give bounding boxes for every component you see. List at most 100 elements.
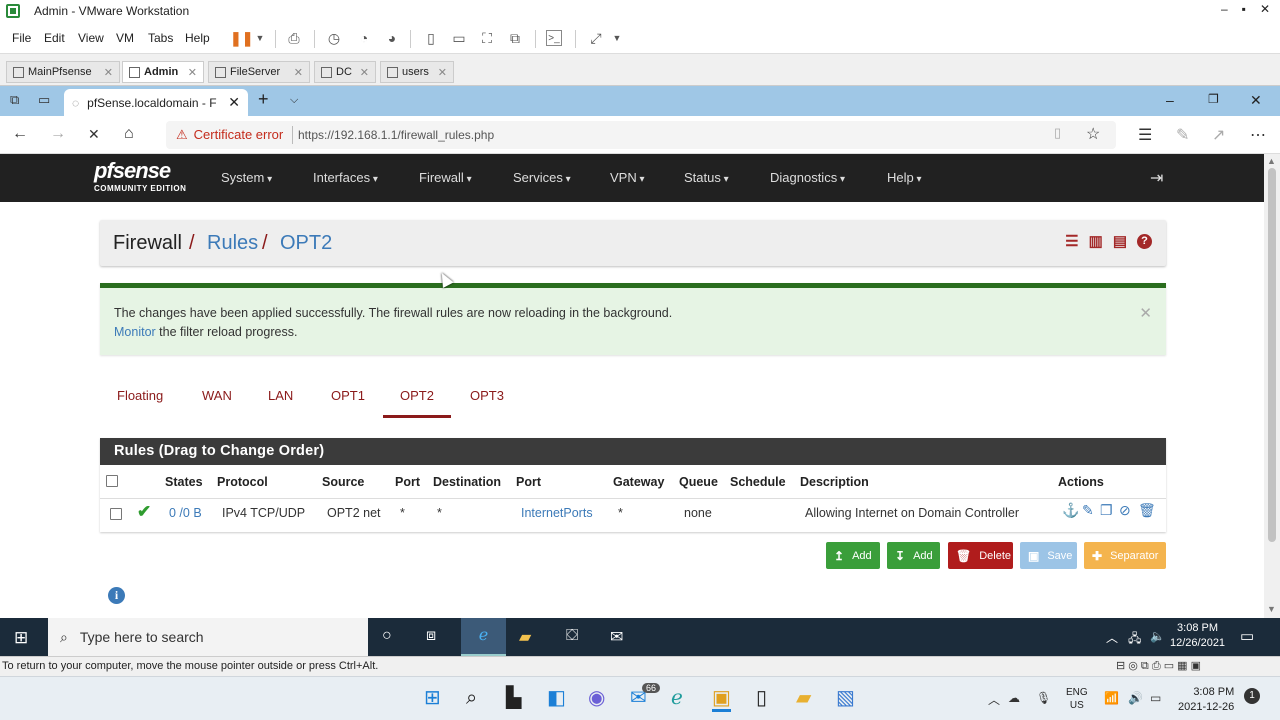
delete-trash-icon[interactable]: 🗑: [1138, 502, 1156, 519]
show-library-icon[interactable]: ▯: [423, 30, 439, 46]
address-bar[interactable]: ⚠ Certificate error https://192.168.1.1/f…: [166, 121, 1116, 149]
close-button[interactable]: ✕: [1260, 2, 1270, 16]
rule-dest-port-alias[interactable]: InternetPorts: [521, 506, 593, 520]
rule-states[interactable]: 0 /0 B: [169, 506, 202, 520]
volume-icon[interactable]: 🔈: [1150, 629, 1165, 643]
browser-restore-button[interactable]: ❐: [1208, 92, 1219, 106]
more-options-icon[interactable]: ⋯: [1250, 125, 1266, 145]
widgets-icon[interactable]: ◧: [547, 687, 566, 709]
unity-icon[interactable]: ⧉: [507, 30, 523, 46]
nav-system[interactable]: System: [221, 170, 272, 185]
forward-arrow-icon[interactable]: →: [50, 125, 66, 143]
close-tab-icon[interactable]: ✕: [438, 66, 447, 79]
menu-help[interactable]: Help: [185, 31, 210, 45]
host-clock[interactable]: 3:08 PM 2021-12-26: [1178, 685, 1234, 715]
save-button[interactable]: ▣ Save: [1020, 542, 1077, 569]
favorites-list-icon[interactable]: ☰: [1138, 125, 1152, 145]
separator-button[interactable]: ✚ Separator: [1084, 542, 1166, 569]
close-tab-icon[interactable]: ✕: [188, 66, 197, 79]
minimize-button[interactable]: –: [1221, 2, 1228, 16]
disable-icon[interactable]: ⊘: [1119, 502, 1131, 519]
task-view-icon[interactable]: ⧈: [426, 627, 436, 645]
send-ctrl-alt-del-icon[interactable]: ⎙: [286, 30, 302, 46]
teams-chat-icon[interactable]: ◉: [588, 687, 605, 709]
info-icon[interactable]: i: [108, 587, 125, 604]
onedrive-icon[interactable]: ☁: [1008, 691, 1020, 705]
breadcrumb-rules-link[interactable]: Rules: [207, 232, 258, 255]
windows11-start-icon[interactable]: ⊞: [424, 687, 441, 709]
tab-floating[interactable]: Floating: [117, 388, 163, 403]
host-tray-chevron-icon[interactable]: ︿: [988, 691, 1000, 708]
menu-view[interactable]: View: [78, 31, 104, 45]
pass-check-icon[interactable]: ✔: [137, 502, 151, 522]
nav-help[interactable]: Help: [887, 170, 922, 185]
language-indicator[interactable]: ENG US: [1066, 686, 1088, 712]
logout-icon[interactable]: ⇥: [1150, 168, 1163, 188]
edge-taskbar-icon[interactable]: ℯ: [461, 618, 506, 656]
anchor-icon[interactable]: ⚓: [1062, 502, 1079, 519]
nav-services[interactable]: Services: [513, 170, 571, 185]
pfsense-logo[interactable]: pfsense COMMUNITY EDITION: [94, 160, 186, 194]
back-arrow-icon[interactable]: ←: [12, 125, 28, 143]
scroll-up-icon[interactable]: ▲: [1267, 156, 1276, 166]
pen-icon[interactable]: ✎: [1176, 125, 1189, 145]
host-file-explorer-icon[interactable]: ▰: [796, 687, 811, 709]
revert-snapshot-icon[interactable]: ◔: [356, 30, 372, 46]
host-volume-icon[interactable]: 🔊: [1128, 691, 1143, 705]
notepad-icon[interactable]: ▯: [756, 687, 767, 709]
vm-tab-mainpfsense[interactable]: MainPfsense ✕: [6, 61, 120, 83]
tab-list-chevron-icon[interactable]: ⌵: [290, 94, 298, 107]
notification-count-badge[interactable]: 1: [1244, 688, 1260, 704]
close-tab-icon[interactable]: ✕: [360, 66, 369, 79]
mail-icon[interactable]: ✉: [610, 627, 623, 647]
guest-clock[interactable]: 3:08 PM 12/26/2021: [1170, 621, 1225, 651]
tab-actions-icon[interactable]: ▭: [38, 92, 50, 108]
add-rule-bottom-button[interactable]: ↧ Add: [887, 542, 940, 569]
pause-icon[interactable]: ❚❚: [230, 30, 253, 46]
menu-vm[interactable]: VM: [116, 31, 134, 45]
nav-vpn[interactable]: VPN: [610, 170, 645, 185]
select-all-checkbox[interactable]: [106, 475, 118, 487]
battery-icon[interactable]: ▭: [1150, 691, 1161, 705]
network-icon[interactable]: 🖧: [1128, 629, 1141, 650]
breadcrumb-opt2-link[interactable]: OPT2: [280, 232, 332, 255]
console-view-icon[interactable]: >_: [546, 30, 562, 46]
full-screen-icon[interactable]: ⛶: [479, 30, 495, 46]
vm-tab-dc[interactable]: DC ✕: [314, 61, 376, 83]
dismiss-alert-icon[interactable]: ✕: [1139, 304, 1152, 322]
bar-chart-icon[interactable]: ▥: [1089, 234, 1103, 250]
nav-firewall[interactable]: Firewall: [419, 170, 472, 185]
add-rule-top-button[interactable]: ↥ Add: [826, 542, 880, 569]
vm-tab-admin[interactable]: Admin ✕: [122, 61, 204, 83]
cortana-icon[interactable]: ○: [382, 627, 392, 645]
browser-minimize-button[interactable]: –: [1166, 92, 1174, 108]
menu-file[interactable]: File: [12, 31, 31, 45]
taskbar-search-box[interactable]: ⌕ Type here to search: [48, 618, 368, 656]
help-icon[interactable]: ?: [1137, 234, 1152, 249]
store-icon[interactable]: ⛋: [566, 627, 578, 645]
host-edge-icon[interactable]: ℯ: [671, 687, 683, 709]
close-tab-icon[interactable]: ✕: [294, 66, 303, 79]
host-search-icon[interactable]: ⌕: [466, 687, 477, 709]
vm-tab-fileserver[interactable]: FileServer ✕: [208, 61, 310, 83]
vmware-workstation-icon[interactable]: ▣: [712, 687, 731, 712]
tray-chevron-icon[interactable]: ︿: [1106, 629, 1118, 646]
delete-button[interactable]: 🗑 Delete: [948, 542, 1013, 569]
page-scrollbar[interactable]: ▲ ▼: [1264, 154, 1280, 618]
copy-icon[interactable]: ❐: [1100, 502, 1113, 519]
thumbnail-bar-icon[interactable]: ▭: [451, 30, 467, 46]
photos-icon[interactable]: ▧: [836, 687, 855, 709]
scroll-thumb[interactable]: [1268, 168, 1276, 542]
menu-edit[interactable]: Edit: [44, 31, 65, 45]
close-tab-icon[interactable]: ✕: [104, 66, 113, 79]
new-tab-button[interactable]: +: [258, 89, 269, 110]
sliders-icon[interactable]: ☰: [1065, 234, 1078, 250]
monitor-link[interactable]: Monitor: [114, 325, 156, 339]
host-task-view-icon[interactable]: ▙: [506, 687, 521, 709]
dropdown-arrow-icon[interactable]: ▼: [252, 30, 268, 46]
device-icons[interactable]: ⊟ ◎ ⧉ ⎙ ▭ ▦ ▣: [1116, 659, 1201, 673]
action-center-icon[interactable]: ▭: [1240, 627, 1254, 645]
file-explorer-icon[interactable]: ▰: [519, 627, 531, 647]
url-text[interactable]: https://192.168.1.1/firewall_rules.php: [298, 128, 494, 142]
snapshot-icon[interactable]: ◷: [326, 30, 342, 46]
